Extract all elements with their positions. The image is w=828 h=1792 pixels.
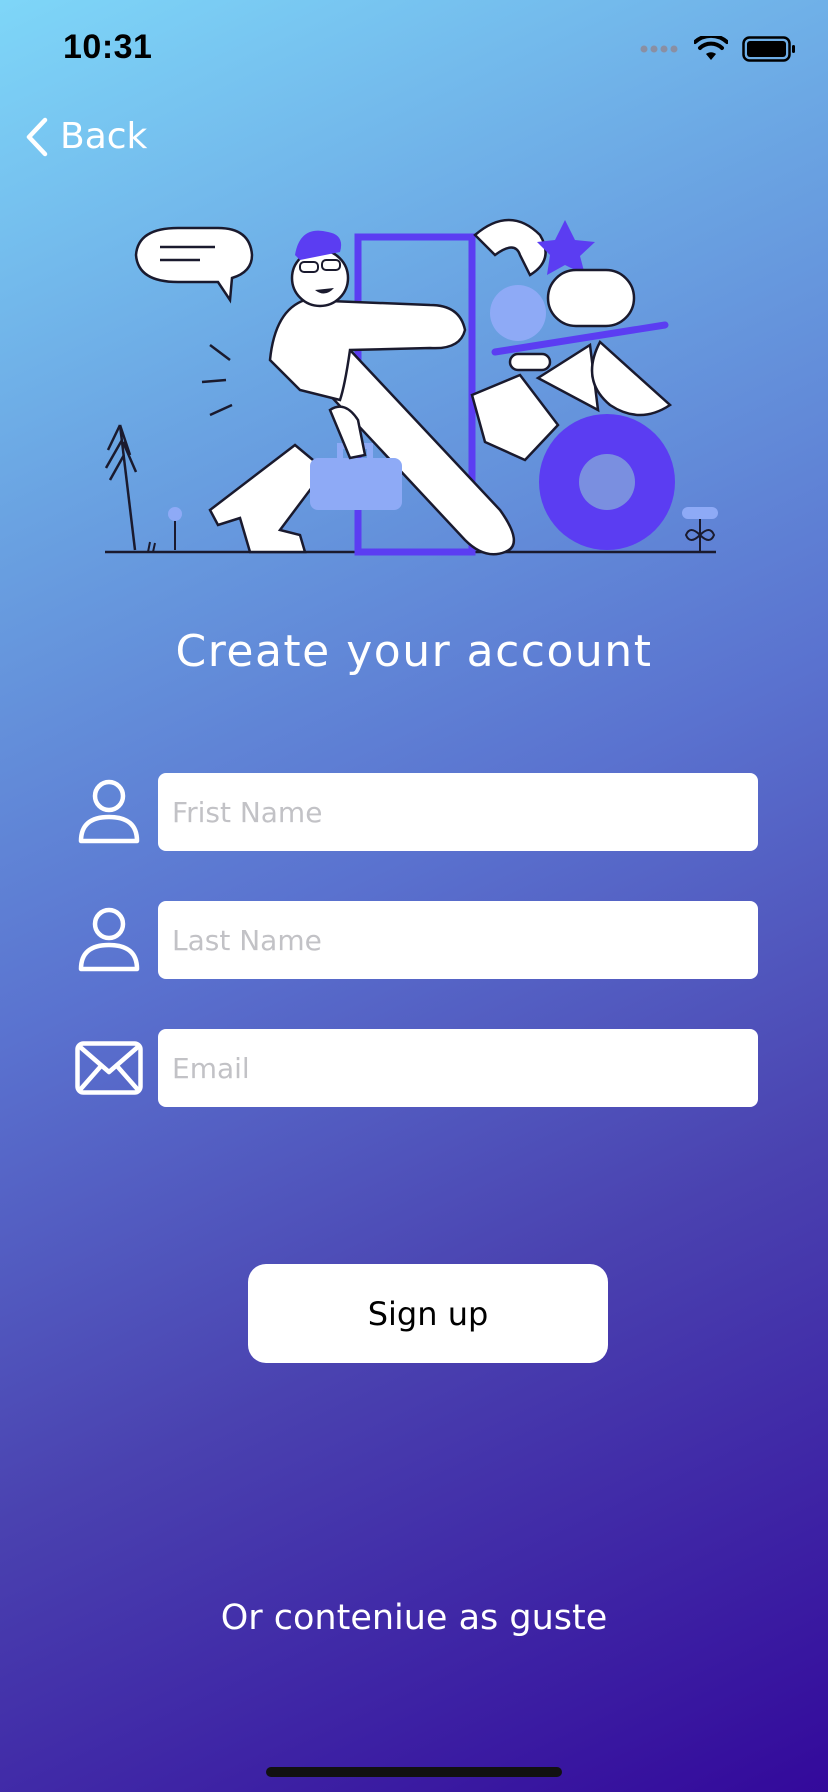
status-icons: [640, 36, 796, 62]
email-row: [74, 1028, 760, 1108]
first-name-row: [74, 772, 760, 852]
signup-illustration: [104, 218, 718, 556]
status-time: 10:31: [63, 28, 153, 66]
cellular-dots-icon: [640, 45, 678, 53]
last-name-input[interactable]: [158, 901, 758, 979]
wifi-icon: [694, 36, 728, 60]
envelope-icon: [74, 1033, 144, 1103]
page-title: Create your account: [175, 626, 653, 677]
battery-icon: [742, 36, 795, 62]
person-icon: [74, 905, 144, 975]
status-bar: 10:31: [0, 0, 828, 100]
first-name-input[interactable]: [158, 773, 758, 851]
chevron-left-icon: [26, 117, 48, 156]
back-button[interactable]: Back: [24, 116, 147, 157]
last-name-row: [74, 900, 760, 980]
email-input[interactable]: [158, 1029, 758, 1107]
back-label: Back: [60, 116, 148, 157]
home-indicator: [266, 1767, 562, 1777]
continue-as-guest-link[interactable]: Or conteniue as guste: [0, 1598, 828, 1638]
signup-button[interactable]: Sign up: [248, 1264, 608, 1363]
person-icon: [74, 777, 144, 847]
